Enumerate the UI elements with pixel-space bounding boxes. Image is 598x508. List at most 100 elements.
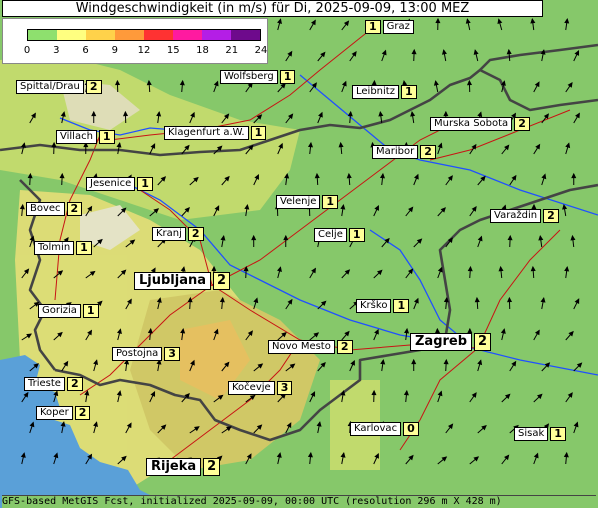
city-name: Novo Mesto bbox=[268, 340, 335, 354]
legend-segment bbox=[115, 30, 144, 40]
city-name: Maribor bbox=[372, 145, 419, 159]
city-label: Varaždin 2 bbox=[490, 209, 559, 223]
legend-segment bbox=[86, 30, 115, 40]
city-name: Postojna bbox=[112, 347, 163, 361]
city-label: Maribor 2 bbox=[372, 145, 436, 159]
legend-segment bbox=[173, 30, 202, 40]
city-label: Postojna 3 bbox=[112, 347, 180, 361]
legend-tick-label: 6 bbox=[82, 45, 89, 56]
city-label: Klagenfurt a.W. 1 bbox=[164, 126, 267, 140]
city-label: Novo Mesto 2 bbox=[268, 340, 353, 354]
wind-speed-value: 1 bbox=[279, 70, 296, 84]
wind-speed-legend: 0 3 6 9 12 15 18 21 24 bbox=[2, 18, 268, 64]
wind-speed-value: 2 bbox=[66, 377, 83, 391]
legend-color-bar bbox=[27, 29, 261, 41]
wind-speed-value: 2 bbox=[336, 340, 353, 354]
city-label: Jesenice 1 bbox=[86, 177, 153, 191]
legend-tick-label: 21 bbox=[225, 45, 239, 56]
wind-speed-value: 3 bbox=[276, 381, 293, 395]
city-label: Spittal/Drau 2 bbox=[16, 80, 102, 94]
city-name: Leibnitz bbox=[352, 85, 399, 99]
city-name: Ljubljana bbox=[134, 272, 212, 290]
legend-tick-label: 15 bbox=[166, 45, 180, 56]
wind-speed-value: 1 bbox=[250, 126, 267, 140]
legend-tick-label: 24 bbox=[254, 45, 268, 56]
wind-speed-value: 3 bbox=[164, 347, 180, 361]
wind-speed-value: 2 bbox=[543, 209, 559, 223]
city-label: Ljubljana 2 bbox=[134, 272, 231, 290]
city-name: Celje bbox=[314, 228, 347, 242]
wind-speed-value: 1 bbox=[393, 299, 410, 313]
city-label: Zagreb 2 bbox=[410, 333, 492, 351]
wind-speed-value: 1 bbox=[322, 195, 339, 209]
city-label: Sisak 1 bbox=[514, 427, 566, 441]
city-name: Koper bbox=[36, 406, 73, 420]
city-label: Trieste 2 bbox=[24, 377, 83, 391]
city-label: Kočevje 3 bbox=[228, 381, 293, 395]
wind-speed-value: 1 bbox=[365, 20, 381, 34]
city-label: Celje 1 bbox=[314, 228, 365, 242]
wind-speed-value: 1 bbox=[137, 177, 153, 191]
city-name: Graz bbox=[382, 20, 414, 34]
wind-speed-value: 1 bbox=[400, 85, 417, 99]
city-label: Bovec 2 bbox=[26, 202, 83, 216]
city-label: Koper 2 bbox=[36, 406, 91, 420]
city-label: Tolmin 1 bbox=[34, 241, 92, 255]
city-label: Murska Sobota 2 bbox=[430, 117, 530, 131]
city-name: Velenje bbox=[276, 195, 321, 209]
wind-speed-value: 2 bbox=[187, 227, 204, 241]
city-name: Wolfsberg bbox=[220, 70, 278, 84]
legend-tick-label: 9 bbox=[111, 45, 118, 56]
legend-segment bbox=[231, 30, 260, 40]
city-label: Krško 1 bbox=[356, 299, 410, 313]
city-name: Murska Sobota bbox=[430, 117, 513, 131]
city-label: 1 Graz bbox=[365, 20, 414, 34]
wind-speed-value: 2 bbox=[85, 80, 102, 94]
city-name: Rijeka bbox=[146, 458, 202, 476]
city-name: Kočevje bbox=[228, 381, 275, 395]
legend-segment bbox=[202, 30, 231, 40]
model-info-footer: GFS-based MetGIS Fcst, initialized 2025-… bbox=[2, 495, 596, 508]
wind-speed-value: 2 bbox=[66, 202, 83, 216]
wind-speed-value: 2 bbox=[420, 145, 436, 159]
city-label: Karlovac 0 bbox=[350, 422, 419, 436]
city-name: Krško bbox=[356, 299, 392, 313]
city-name: Gorizia bbox=[38, 304, 81, 318]
city-name: Spittal/Drau bbox=[16, 80, 84, 94]
city-name: Sisak bbox=[514, 427, 549, 441]
legend-segment bbox=[28, 30, 57, 40]
city-label: Rijeka 2 bbox=[146, 458, 221, 476]
city-name: Trieste bbox=[24, 377, 65, 391]
city-label: Villach 1 bbox=[56, 130, 115, 144]
city-label: Wolfsberg 1 bbox=[220, 70, 296, 84]
legend-tick-label: 18 bbox=[196, 45, 209, 56]
legend-segment bbox=[57, 30, 86, 40]
map-title: Windgeschwindigkeit (in m/s) für Di, 202… bbox=[2, 0, 543, 17]
city-name: Bovec bbox=[26, 202, 65, 216]
legend-tick-label: 0 bbox=[23, 45, 31, 56]
city-label: Gorizia 1 bbox=[38, 304, 99, 318]
city-name: Kranj bbox=[152, 227, 186, 241]
city-name: Jesenice bbox=[86, 177, 136, 191]
legend-tick-label: 12 bbox=[137, 45, 151, 56]
city-label: Velenje 1 bbox=[276, 195, 339, 209]
wind-speed-value: 2 bbox=[213, 272, 231, 290]
wind-speed-value: 1 bbox=[98, 130, 115, 144]
city-label: Leibnitz 1 bbox=[352, 85, 417, 99]
legend-segment bbox=[144, 30, 173, 40]
city-name: Klagenfurt a.W. bbox=[164, 126, 249, 140]
city-name: Karlovac bbox=[350, 422, 402, 436]
wind-speed-value: 2 bbox=[474, 333, 492, 351]
city-name: Villach bbox=[56, 130, 97, 144]
city-name: Varaždin bbox=[490, 209, 542, 223]
wind-speed-value: 2 bbox=[74, 406, 91, 420]
wind-speed-value: 2 bbox=[203, 458, 221, 476]
wind-speed-value: 0 bbox=[403, 422, 419, 436]
city-name: Zagreb bbox=[410, 333, 473, 351]
city-name: Tolmin bbox=[34, 241, 75, 255]
legend-tick-label: 3 bbox=[53, 45, 60, 56]
wind-speed-value: 1 bbox=[550, 427, 566, 441]
wind-speed-value: 2 bbox=[514, 117, 530, 131]
wind-speed-value: 1 bbox=[348, 228, 365, 242]
wind-speed-value: 1 bbox=[82, 304, 99, 318]
